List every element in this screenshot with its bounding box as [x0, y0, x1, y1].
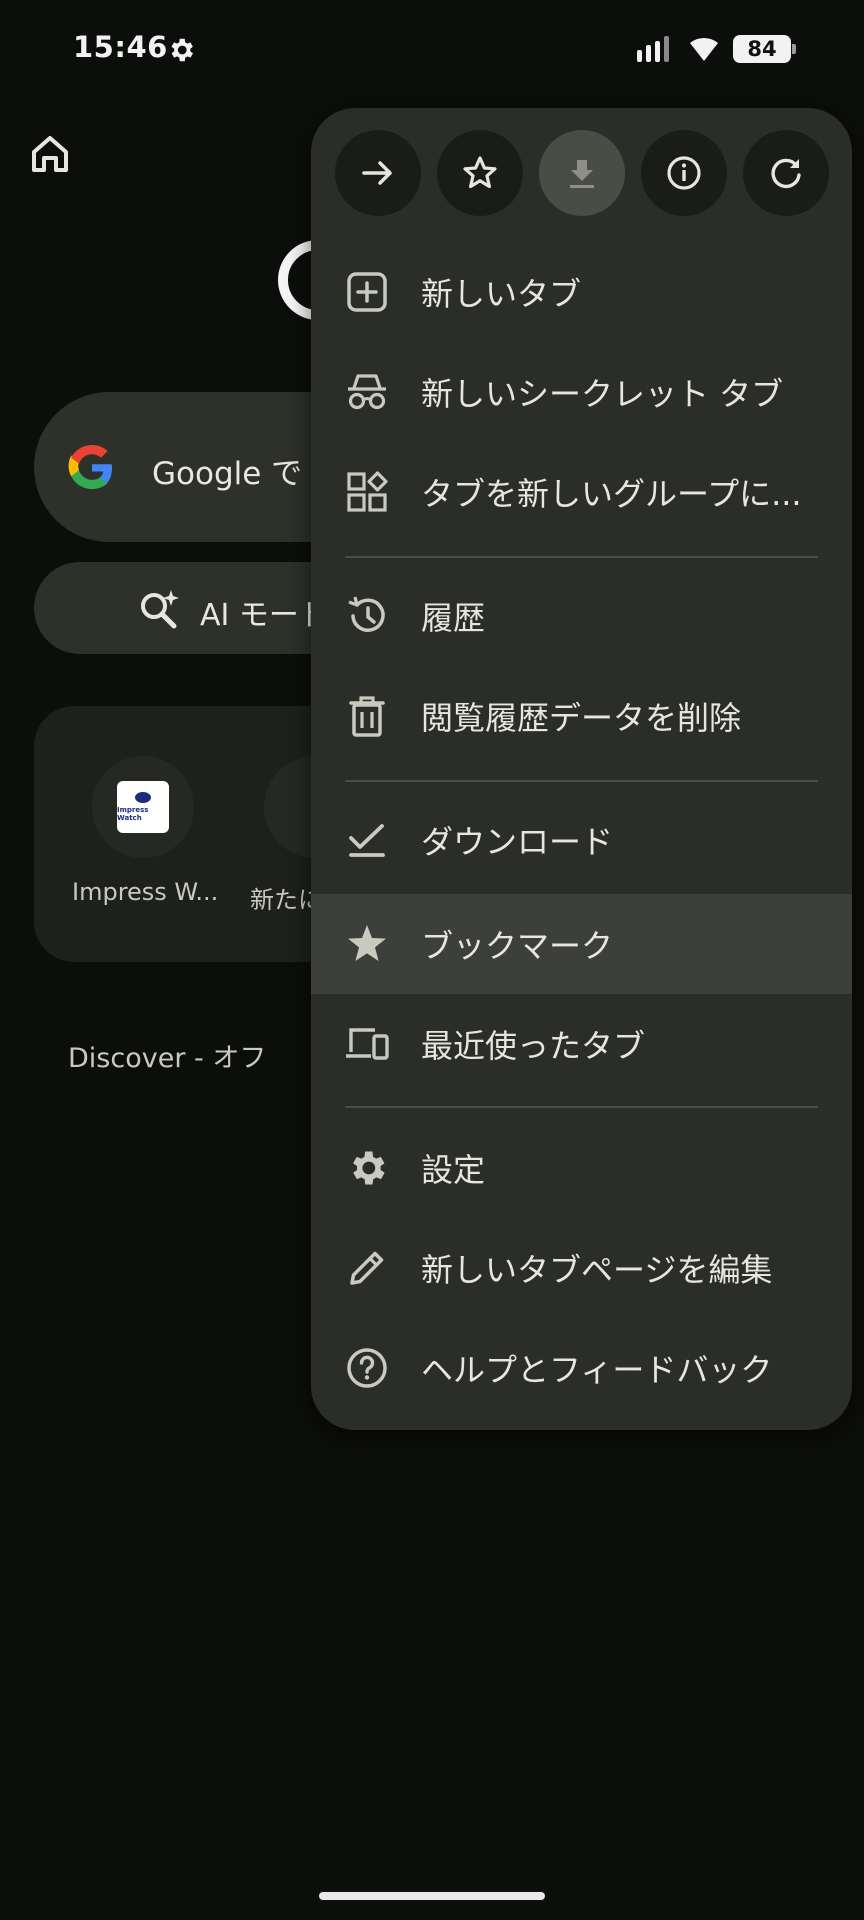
status-time: 15:46 — [73, 30, 168, 64]
menu-item-label: 新しいタブページを編集 — [421, 1251, 773, 1289]
menu-divider — [345, 1106, 818, 1108]
menu-item-new-tab[interactable]: 新しいタブ — [311, 242, 852, 342]
discover-status[interactable]: Discover - オフ — [68, 1036, 266, 1075]
menu-item-label: 閲覧履歴データを削除 — [421, 699, 742, 737]
wifi-icon — [690, 37, 718, 61]
settings-gear-icon — [353, 1151, 385, 1185]
menu-item-history[interactable]: 履歴 — [311, 566, 852, 666]
menu-item-label: ダウンロード — [421, 823, 614, 861]
menu-item-new-incognito-tab[interactable]: 新しいシークレット タブ — [311, 342, 852, 442]
signal-icon — [637, 36, 669, 62]
menu-item-help-feedback[interactable]: ヘルプとフィードバック — [311, 1318, 852, 1418]
downloads-icon — [349, 824, 385, 857]
home-icon[interactable] — [26, 130, 74, 178]
menu-toolbar — [311, 130, 852, 216]
menu-item-label: 設定 — [421, 1151, 486, 1189]
incognito-icon — [348, 374, 386, 410]
bookmark-star-icon — [348, 925, 386, 961]
menu-item-label: 新しいシークレット タブ — [421, 375, 784, 413]
refresh-icon — [771, 158, 801, 189]
devices-icon — [346, 1028, 389, 1060]
menu-item-label: 履歴 — [421, 599, 486, 637]
gear-icon — [171, 38, 193, 62]
menu-item-customize-new-tab[interactable]: 新しいタブページを編集 — [311, 1218, 852, 1318]
menu-divider — [345, 780, 818, 782]
download-page-button[interactable] — [539, 130, 625, 216]
menu-divider — [345, 556, 818, 558]
menu-item-label: 新しいタブ — [421, 275, 582, 313]
google-g-icon — [68, 445, 112, 489]
tab-group-icon — [347, 471, 388, 512]
page-info-button[interactable] — [641, 130, 727, 216]
bookmark-page-button[interactable] — [437, 130, 523, 216]
impress-watch-logo: Impress Watch — [117, 781, 169, 833]
menu-item-clear-browsing-data[interactable]: 閲覧履歴データを削除 — [311, 666, 852, 766]
battery-indicator: 84 — [733, 35, 796, 63]
reload-button[interactable] — [743, 130, 829, 216]
gesture-nav-handle[interactable] — [319, 1892, 545, 1900]
status-bar: 15:46 84 — [0, 0, 864, 100]
download-icon — [570, 160, 594, 188]
menu-item-label: ブックマーク — [421, 927, 614, 965]
forward-button[interactable] — [335, 130, 421, 216]
star-outline-icon — [463, 156, 497, 189]
shortcut-label: Impress W... — [72, 878, 219, 906]
overflow-menu: 新しいタブ 新しいシークレット タブ タブを新しいグループに... 履歴 閲覧履… — [311, 108, 852, 1430]
menu-item-label: 最近使ったタブ — [421, 1027, 646, 1065]
menu-item-new-tab-group[interactable]: タブを新しいグループに... — [311, 442, 852, 542]
pencil-icon — [350, 1251, 384, 1285]
history-icon — [348, 596, 385, 632]
menu-item-recent-tabs[interactable]: 最近使ったタブ — [311, 994, 852, 1094]
menu-item-bookmarks[interactable]: ブックマーク — [311, 894, 852, 994]
menu-item-settings[interactable]: 設定 — [311, 1118, 852, 1218]
new-tab-icon — [347, 272, 387, 312]
ai-search-sparkle-icon — [141, 590, 179, 629]
trash-icon — [349, 696, 385, 737]
ai-mode-label: AI モード — [200, 598, 329, 633]
menu-item-label: タブを新しいグループに... — [421, 475, 802, 513]
search-placeholder: Google で — [152, 456, 303, 492]
info-icon — [667, 156, 701, 190]
forward-icon — [362, 161, 392, 185]
menu-item-label: ヘルプとフィードバック — [421, 1351, 773, 1389]
menu-item-downloads[interactable]: ダウンロード — [311, 790, 852, 890]
help-icon — [347, 1348, 387, 1388]
